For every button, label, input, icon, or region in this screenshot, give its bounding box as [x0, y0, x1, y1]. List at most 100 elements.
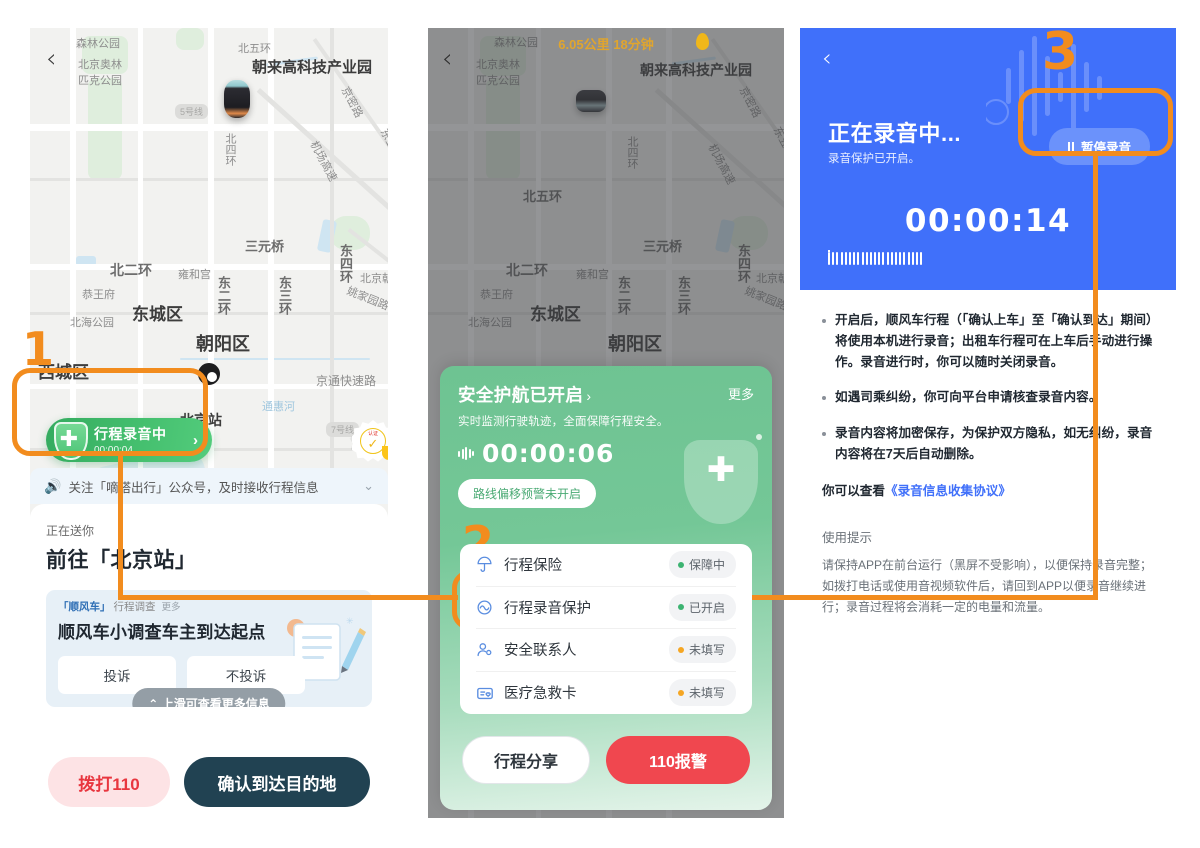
recording-info-body: 开启后，顺风车行程（「确认上车」至「确认到达」期间）将使用本机进行录音；出租车行…	[800, 290, 1176, 818]
chevron-down-icon[interactable]: ⌄	[363, 478, 374, 494]
route-summary: 6.05公里 18分钟	[558, 34, 653, 53]
map-label: 东三环	[277, 276, 292, 315]
chevron-up-icon: ⌃	[148, 697, 159, 707]
list-item-trip-recording[interactable]: 行程录音保护 已开启	[476, 587, 736, 629]
status-badge: 未填写	[668, 679, 736, 707]
map-pin-icon	[696, 33, 709, 50]
map-label: 西城区	[38, 363, 89, 382]
waveform-icon	[458, 447, 474, 460]
back-button[interactable]: ‹	[822, 46, 832, 70]
panel-trip-in-progress: 森林公园 北京奥林 匹克公园 北五环 朝来高科技产业园 5号线 北四环 京密路 …	[30, 28, 388, 818]
status-dot	[677, 689, 684, 696]
pause-recording-button[interactable]: 暂停录音	[1048, 128, 1150, 165]
trip-destination-title: 前往「北京站」	[46, 549, 197, 572]
map-label: 东四环	[338, 244, 353, 283]
status-badge: 保障中	[668, 551, 736, 579]
map-label: 姚家园路	[344, 285, 388, 313]
map-water	[316, 218, 338, 254]
list-item-label: 医疗急救卡	[504, 686, 577, 703]
recording-status-pill[interactable]: ✚ 行程录音中 00:00:04 ›	[46, 418, 212, 462]
recording-pill-time: 00:00:04	[94, 445, 133, 456]
swipe-tip-label: 上滑可查看更多信息	[161, 697, 270, 707]
agreement-prefix: 你可以查看	[822, 483, 885, 498]
map-label: 森林公园	[76, 38, 120, 50]
call-110-button[interactable]: 拨打110	[48, 757, 170, 807]
list-item-label: 安全联系人	[504, 643, 577, 660]
trip-status-label: 正在送你	[46, 524, 95, 538]
chevron-right-icon: ›	[586, 388, 592, 404]
notice-text: 关注「嘀嗒出行」公众号，及时接收行程信息	[68, 480, 319, 495]
status-dot	[677, 561, 684, 568]
map-label: 匹克公园	[78, 75, 122, 87]
call-110-alarm-button[interactable]: 110报警	[606, 736, 750, 784]
share-trip-button[interactable]: 行程分享	[462, 736, 590, 784]
map-title-label: 朝来高科技产业园	[252, 59, 373, 76]
car-marker-icon	[224, 80, 250, 118]
map-label: 雍和宫	[178, 269, 211, 281]
safety-card-more-link[interactable]: 更多	[728, 384, 754, 403]
panel-safety-center: 森林公园 北京奥林 匹克公园 朝来高科技产业园 京密路 东五环 机场高速 北四环…	[428, 28, 784, 818]
safety-action-bar: 行程分享 110报警	[462, 736, 750, 784]
speaker-icon: 🔊	[44, 477, 62, 494]
survey-tag-suffix: 行程调查	[113, 601, 156, 613]
pause-icon	[1067, 141, 1074, 152]
tips-title: 使用提示	[822, 530, 873, 545]
umbrella-icon	[476, 556, 502, 573]
map-label: 朝阳区	[196, 334, 250, 354]
list-item-trip-insurance[interactable]: 行程保险 保障中	[476, 544, 736, 587]
list-item-safety-contact[interactable]: 安全联系人 未填写	[476, 629, 736, 672]
shield-plus-icon: ✚	[50, 419, 88, 461]
official-account-notice[interactable]: 🔊 关注「嘀嗒出行」公众号，及时接收行程信息 ⌄	[30, 468, 388, 504]
map-label: 北海公园	[70, 317, 114, 329]
list-item-medical-card[interactable]: 医疗急救卡 未填写	[476, 672, 736, 715]
status-dot	[677, 646, 684, 653]
badge-corner-icon	[382, 446, 388, 460]
destination-marker-icon	[198, 363, 220, 385]
pause-button-label: 暂停录音	[1080, 141, 1131, 155]
map-metro-pill: 5号线	[175, 104, 209, 119]
map-label: 北京朝阳站	[360, 273, 388, 285]
safety-card-title-text: 安全护航已开启	[458, 385, 584, 405]
recording-timer: 00:00:14	[904, 203, 1072, 239]
map-park	[176, 28, 204, 50]
panel-recording: ‹ 正在录音中... 录音保护已开启。 暂停录音 00:00:14 开启后，顺风…	[800, 28, 1176, 818]
agreement-link[interactable]: 《录音信息收集协议》	[885, 484, 1011, 498]
list-item-label: 行程录音保护	[504, 600, 591, 617]
list-item: 录音内容将加密保存，为保护双方隐私，如无纠纷，录音内容将在7天后自动删除。	[822, 423, 1154, 465]
route-duration: 18分钟	[613, 37, 654, 52]
swipe-up-tip[interactable]: ⌃ 上滑可查看更多信息	[132, 688, 286, 707]
trip-action-bar: 拨打110 确认到达目的地	[46, 757, 372, 807]
map-label: 三元桥	[245, 239, 285, 254]
status-label: 已开启	[688, 600, 725, 615]
chevron-right-icon: ›	[193, 431, 198, 449]
map-label: 东城区	[132, 305, 183, 324]
map-label: 北五环	[238, 43, 271, 55]
tips-body: 请保持APP在前台运行（黑屏不受影响），以便保持录音完整；如拨打电话或使用音视频…	[822, 557, 1153, 614]
list-item: 开启后，顺风车行程（「确认上车」至「确认到达」期间）将使用本机进行录音；出租车行…	[822, 310, 1154, 372]
list-item-label: 行程保险	[504, 558, 562, 575]
safety-card-title[interactable]: 安全护航已开启 ›	[458, 382, 754, 407]
recording-header: ‹ 正在录音中... 录音保护已开启。 暂停录音 00:00:14	[800, 28, 1176, 290]
recording-pill-title: 行程录音中	[94, 426, 167, 442]
map-label: 北二环	[110, 262, 152, 278]
confirm-arrival-button[interactable]: 确认到达目的地	[184, 757, 370, 807]
back-button[interactable]: ‹	[46, 46, 56, 72]
status-dot	[677, 604, 684, 611]
safety-card-timer-row: 00:00:06	[458, 439, 754, 468]
map-label: 京密路	[338, 85, 365, 120]
status-label: 未填写	[688, 643, 725, 658]
recording-title: 正在录音中...	[828, 121, 962, 146]
status-badge: 未填写	[668, 636, 736, 664]
status-label: 保障中	[688, 558, 725, 573]
safety-card-subtitle: 实时监测行驶轨迹，全面保障行程安全。	[458, 416, 669, 428]
map-label: 恭王府	[82, 289, 115, 301]
recording-subtitle: 录音保护已开启。	[828, 153, 920, 165]
route-deviation-chip[interactable]: 路线偏移预警未开启	[458, 479, 597, 508]
safety-card-timer: 00:00:06	[482, 439, 615, 468]
map-label: 京通快速路	[316, 374, 377, 388]
recording-waveform	[828, 250, 1154, 266]
back-button[interactable]: ‹	[442, 46, 452, 72]
survey-more-link[interactable]: 更多	[162, 602, 181, 613]
trip-bottom-sheet: 正在送你 前往「北京站」 「顺风车」 行程调查 更多 顺风车小调查车主到达起点 ✳ …	[30, 504, 388, 818]
map-label: 北京奥林	[78, 59, 122, 71]
